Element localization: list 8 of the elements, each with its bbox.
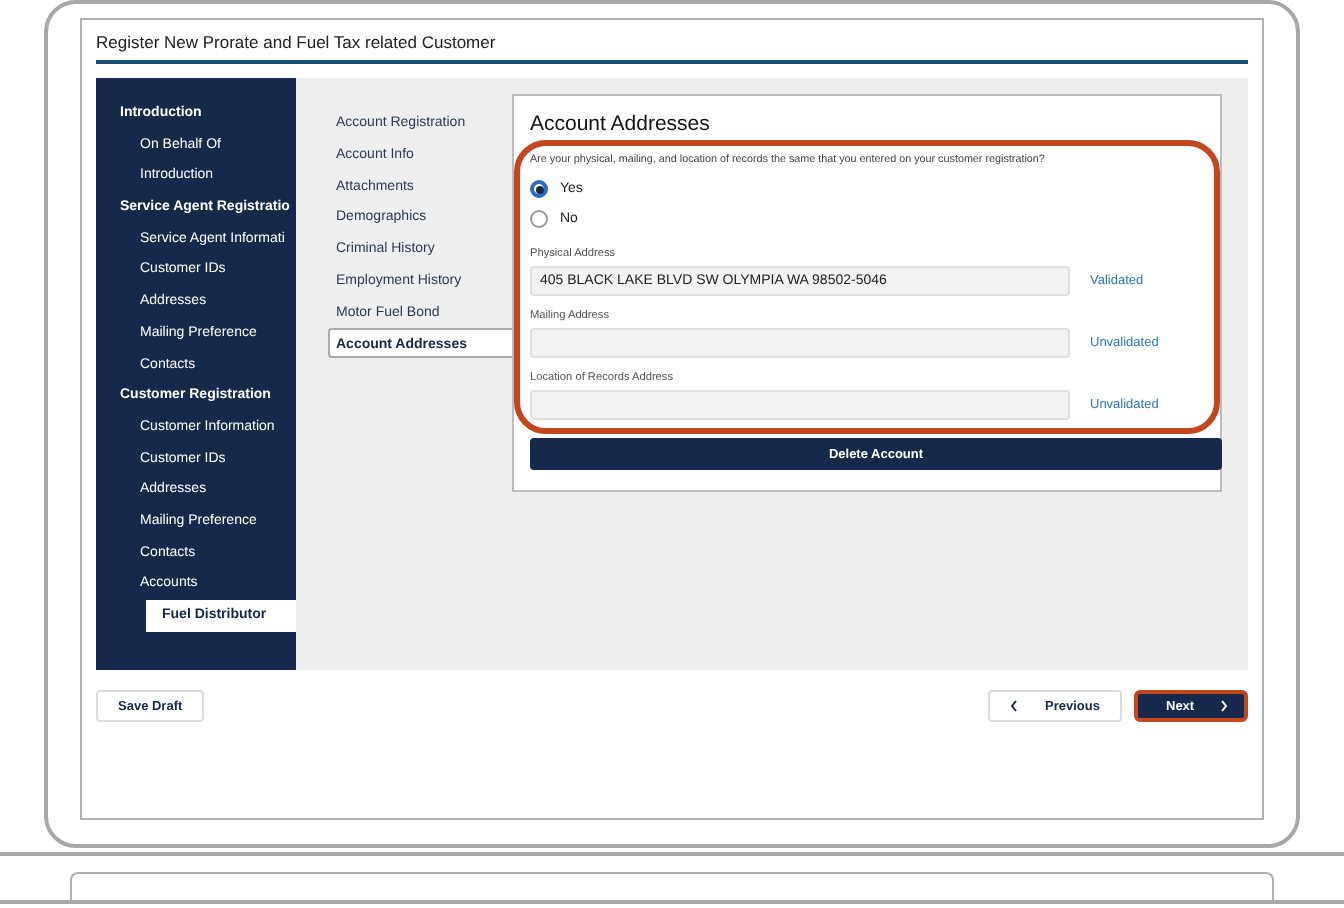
chevron-left-icon [1009, 700, 1018, 712]
radio-button[interactable] [530, 180, 548, 198]
chevron-right-icon [1220, 700, 1228, 712]
window-title: Register New Prorate and Fuel Tax related Customer [96, 30, 498, 56]
address-field[interactable] [530, 328, 1070, 358]
card-title: Account Addresses [530, 112, 712, 136]
address-field[interactable] [530, 390, 1070, 420]
radio-button[interactable] [530, 210, 548, 228]
